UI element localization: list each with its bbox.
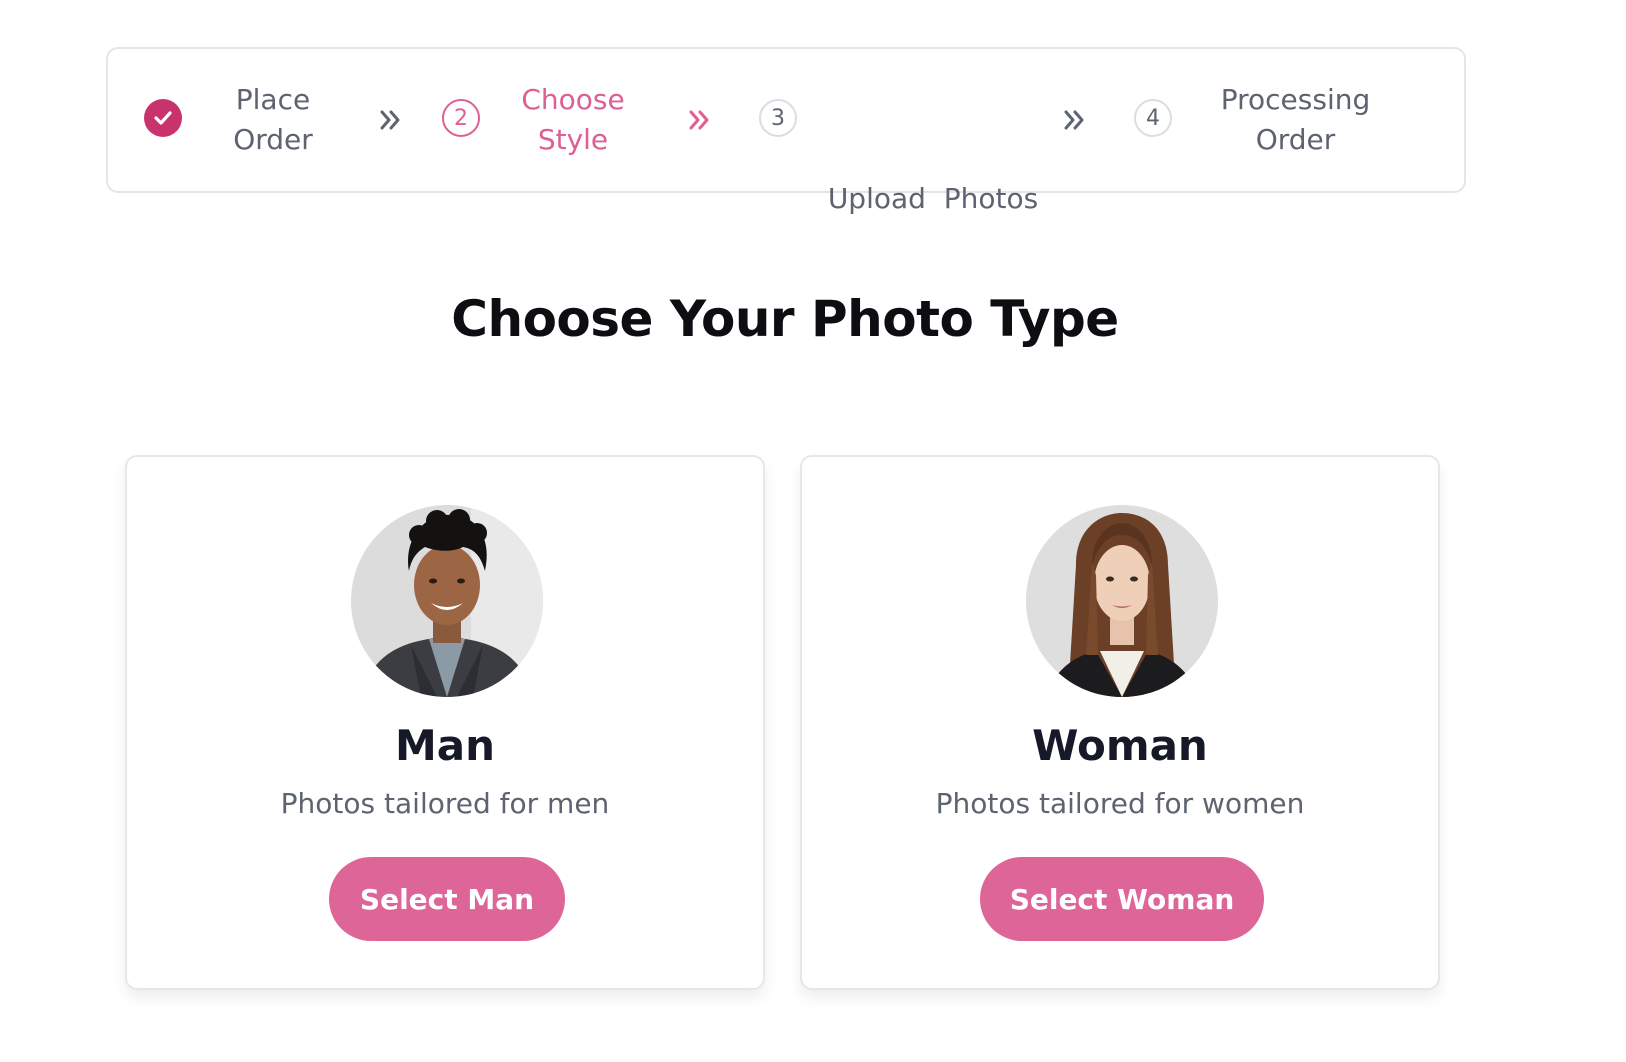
- progress-stepper: Place Order 2 Choose Style 3 Upload Phot…: [106, 47, 1466, 215]
- check-icon: [154, 111, 172, 125]
- woman-avatar: [1026, 505, 1218, 697]
- man-avatar: [351, 505, 543, 697]
- step-3-label[interactable]: Upload Photos: [818, 99, 1048, 299]
- step-1-label[interactable]: Place Order: [218, 80, 328, 160]
- step-4-label[interactable]: Processing Order: [1208, 80, 1383, 160]
- woman-option-card[interactable]: Woman Photos tailored for women Select W…: [800, 455, 1440, 990]
- step-2-label-line1: Choose: [521, 83, 625, 116]
- double-chevron-right-icon: [1064, 110, 1084, 130]
- woman-portrait-icon: [1026, 505, 1218, 697]
- man-card-title: Man: [394, 721, 496, 770]
- select-woman-button[interactable]: Select Woman: [980, 857, 1264, 941]
- step-3-label-line1: Upload Photos: [827, 182, 1039, 215]
- page-title: Choose Your Photo Type: [451, 290, 1119, 348]
- double-chevron-right-icon: [689, 110, 709, 130]
- step-3-number: 3: [759, 99, 797, 137]
- man-option-card[interactable]: Man Photos tailored for men Select Man: [125, 455, 765, 990]
- step-4-label-line1: Processing: [1220, 83, 1371, 116]
- step-4-label-line2: Order: [1255, 123, 1336, 156]
- step-1-label-line2: Order: [233, 123, 313, 156]
- step-2-label-line2: Style: [537, 123, 609, 156]
- page: Place Order 2 Choose Style 3 Upload Phot…: [0, 0, 1626, 1062]
- step-2-label[interactable]: Choose Style: [508, 80, 638, 160]
- woman-card-description: Photos tailored for women: [935, 787, 1305, 820]
- man-portrait-icon: [351, 505, 543, 697]
- step-4-number: 4: [1134, 99, 1172, 137]
- step-1-check-icon: [144, 99, 182, 137]
- woman-card-title: Woman: [1032, 721, 1208, 770]
- man-card-description: Photos tailored for men: [280, 787, 610, 820]
- step-2-number: 2: [442, 99, 480, 137]
- select-man-button[interactable]: Select Man: [329, 857, 565, 941]
- step-1-label-line1: Place: [235, 83, 311, 116]
- double-chevron-right-icon: [380, 110, 400, 130]
